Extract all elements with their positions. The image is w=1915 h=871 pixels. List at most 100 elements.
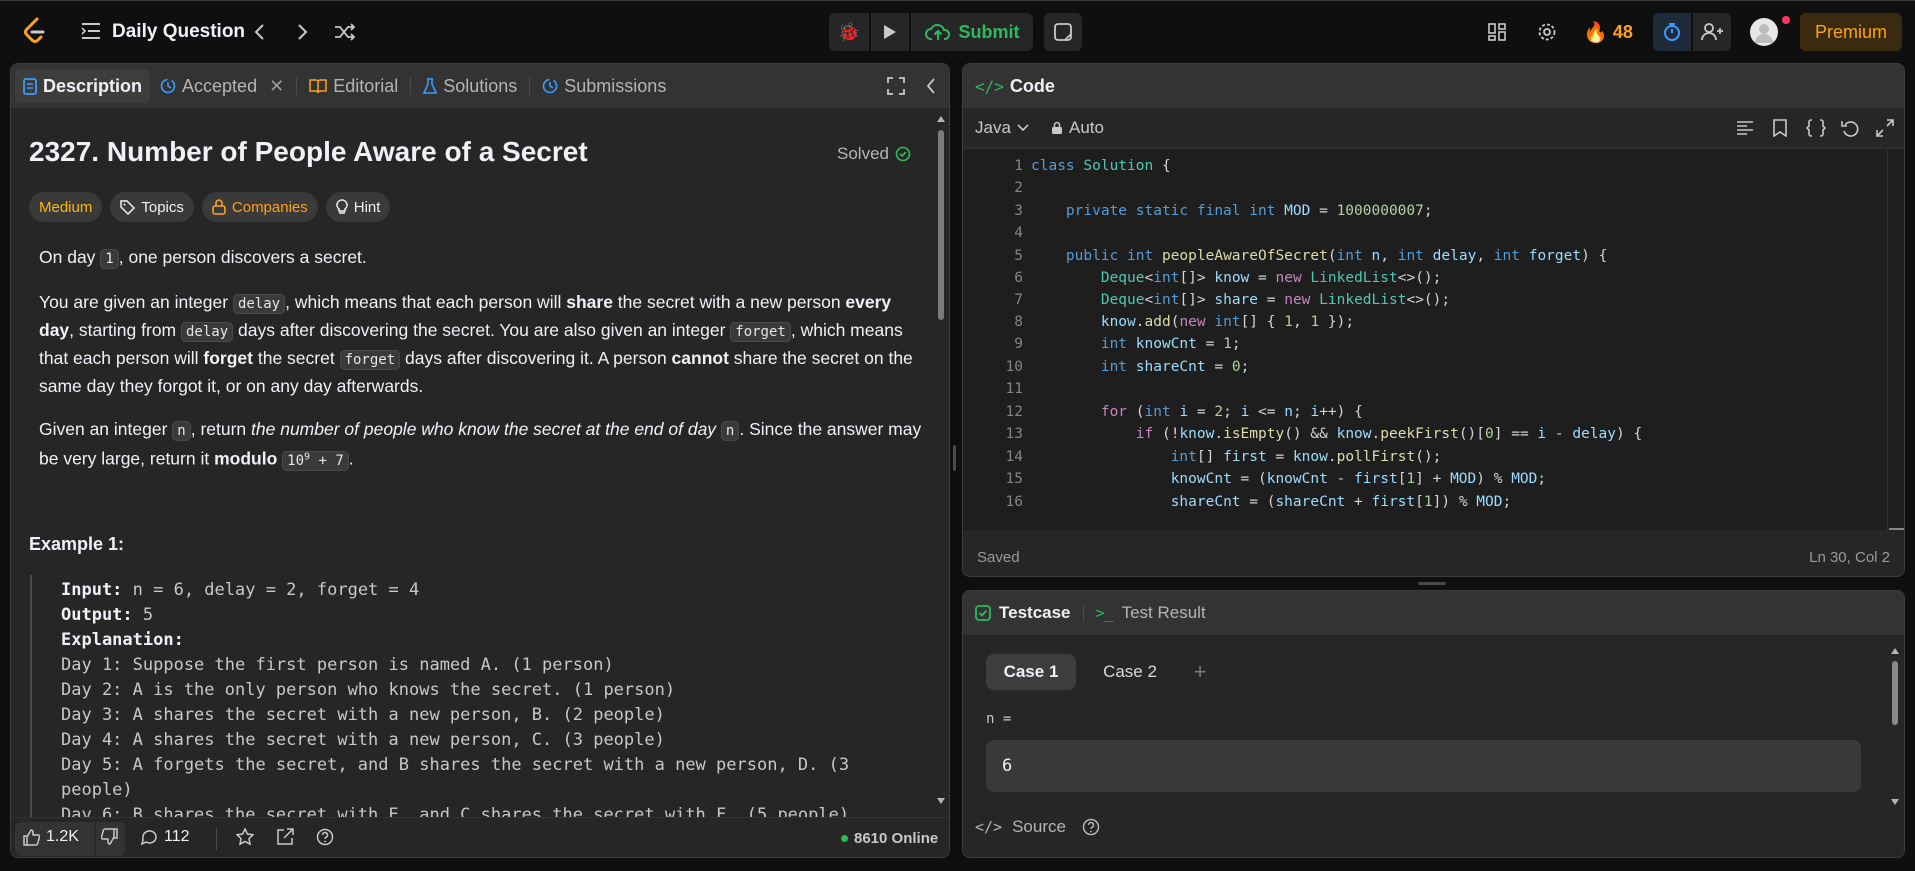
help-icon[interactable] <box>1082 818 1100 836</box>
submit-button[interactable]: Submit <box>911 13 1033 51</box>
code-editor[interactable]: 1 2 3 4 5 6 7 8 9 10 11 12 13 14 15 16 class Solution {… <box>963 150 1904 530</box>
star-icon[interactable] <box>235 827 255 851</box>
companies-tag[interactable]: Companies <box>201 192 318 222</box>
testcase-scrollbar[interactable] <box>1889 635 1901 813</box>
help-icon[interactable] <box>316 828 334 851</box>
footer-divider <box>216 828 217 850</box>
code-line: knowCnt = (knowCnt - first[1] + MOD) % M… <box>1170 471 1547 487</box>
code-line: Deque < int []> know = new LinkedList <>(); <box>1100 270 1442 286</box>
chevron-right-icon[interactable] <box>290 19 314 45</box>
code-scroll-indicator[interactable] <box>1889 528 1904 530</box>
topics-tag[interactable]: Topics <box>110 192 194 222</box>
description-scrollbar[interactable] <box>935 112 947 812</box>
chevron-left-icon[interactable] <box>248 19 272 45</box>
auto-mode[interactable]: Auto <box>1051 118 1104 138</box>
line-number: 10 <box>1005 359 1023 375</box>
vote-divider <box>95 822 96 856</box>
run-button[interactable] <box>871 13 909 51</box>
example-input: Input: n = 6, delay = 2, forget = 4 <box>61 580 420 600</box>
horizontal-splitter-handle[interactable] <box>1418 582 1446 585</box>
debug-button[interactable]: 🐞 <box>829 13 869 51</box>
example-line: Day 5: A forgets the secret, and B share… <box>61 755 850 775</box>
play-icon <box>884 25 896 39</box>
collapse-panel-icon[interactable] <box>926 77 936 100</box>
streak-counter[interactable]: 🔥 48 <box>1583 18 1633 46</box>
stopwatch-icon <box>1664 23 1680 41</box>
like-button[interactable]: 1.2K <box>23 828 79 846</box>
reset-icon[interactable] <box>1841 119 1859 142</box>
terminal-icon: >_ <box>1095 604 1114 622</box>
flask-icon <box>423 77 438 94</box>
testcase-header: Testcase >_ Test Result <box>963 591 1904 635</box>
line-number: 14 <box>1005 449 1023 465</box>
minimap-border <box>1887 150 1888 530</box>
document-icon <box>23 77 37 95</box>
example-line: Day 2: A is the only person who knows th… <box>61 680 676 700</box>
tab-description[interactable]: Description <box>15 69 151 103</box>
problem-list-icon[interactable] <box>79 19 103 43</box>
close-icon[interactable]: ✕ <box>269 76 284 97</box>
code-header: </> Code <box>963 64 1904 108</box>
code-line: shareCnt = (shareCnt + first[1]) % MOD; <box>1170 494 1512 510</box>
comments-button[interactable]: 112 <box>141 828 190 846</box>
lightbulb-icon <box>336 199 348 214</box>
code-line: if (! know. isEmpty() && know. peekFirst()[… <box>1135 426 1643 442</box>
testcase-input-field[interactable]: 6 <box>986 740 1861 792</box>
tab-test-result[interactable]: >_ Test Result <box>1096 603 1206 623</box>
maximize-icon[interactable] <box>887 77 905 100</box>
code-line: public int peopleAwareOfSecret(int n, in… <box>1065 248 1608 264</box>
add-user-icon <box>1701 23 1723 41</box>
online-count: 8610 Online <box>854 830 939 847</box>
tab-solutions[interactable]: Solutions <box>415 69 525 103</box>
tab-submissions[interactable]: Submissions <box>534 69 674 103</box>
like-count: 1.2K <box>46 828 79 845</box>
add-case-button[interactable]: + <box>1185 654 1215 690</box>
book-icon <box>309 79 327 94</box>
case-2-tab[interactable]: Case 2 <box>1085 654 1175 690</box>
tab-editorial[interactable]: Editorial <box>301 69 406 103</box>
code-line: for (int i = 2; i <= n; i ++) { <box>1100 404 1363 420</box>
submit-label: Submit <box>958 21 1020 42</box>
vertical-splitter-handle[interactable] <box>953 445 956 471</box>
bookmark-icon[interactable] <box>1773 119 1787 142</box>
shuffle-icon[interactable] <box>332 19 358 45</box>
gear-icon[interactable] <box>1535 20 1559 44</box>
notes-button[interactable] <box>1044 13 1082 51</box>
leetcode-logo-icon[interactable] <box>22 16 48 46</box>
chevron-down-icon <box>1017 124 1029 132</box>
premium-button[interactable]: Premium <box>1800 13 1902 51</box>
fullscreen-icon[interactable] <box>1876 119 1894 142</box>
tab-divider <box>1082 604 1084 622</box>
invite-button[interactable] <box>1693 13 1731 51</box>
save-status: Saved <box>977 549 1020 566</box>
testcase-panel: Testcase >_ Test Result Case 1 Case 2 + … <box>962 590 1905 858</box>
share-icon[interactable] <box>276 828 294 851</box>
timer-button[interactable] <box>1653 13 1691 51</box>
auto-label: Auto <box>1069 118 1104 137</box>
dislike-button[interactable] <box>100 828 118 850</box>
description-panel: Description Accepted ✕ Editorial Solutio… <box>10 63 950 858</box>
source-link[interactable]: </> Source <box>975 817 1100 837</box>
hint-label: Hint <box>353 198 381 216</box>
tab-editorial-label: Editorial <box>333 75 399 96</box>
tab-testcase[interactable]: Testcase <box>975 603 1071 623</box>
language-select[interactable]: Java <box>975 118 1029 138</box>
code-body[interactable]: class Solution { private static final in… <box>1031 150 1891 530</box>
line-number: 11 <box>1005 381 1023 397</box>
problem-title: 2327. Number of People Aware of a Secret <box>29 136 588 167</box>
line-number: 9 <box>1014 336 1023 352</box>
case-1-tab[interactable]: Case 1 <box>986 654 1076 690</box>
code-line: int knowCnt = 1; <box>1100 336 1241 352</box>
tab-divider <box>410 77 412 95</box>
layout-grid-icon[interactable] <box>1485 20 1509 44</box>
daily-question-title[interactable]: Daily Question <box>112 19 245 45</box>
code-line: int shareCnt = 0; <box>1100 359 1250 375</box>
hint-tag[interactable]: Hint <box>325 192 391 222</box>
braces-icon[interactable] <box>1805 119 1827 142</box>
tab-accepted[interactable]: Accepted ✕ <box>152 69 292 103</box>
solved-label: Solved <box>837 144 889 163</box>
avatar[interactable] <box>1750 18 1778 46</box>
description-paragraph-1: On day 1, one person discovers a secret. <box>39 247 367 269</box>
tab-test-result-label: Test Result <box>1121 603 1206 622</box>
format-icon[interactable] <box>1736 120 1754 141</box>
